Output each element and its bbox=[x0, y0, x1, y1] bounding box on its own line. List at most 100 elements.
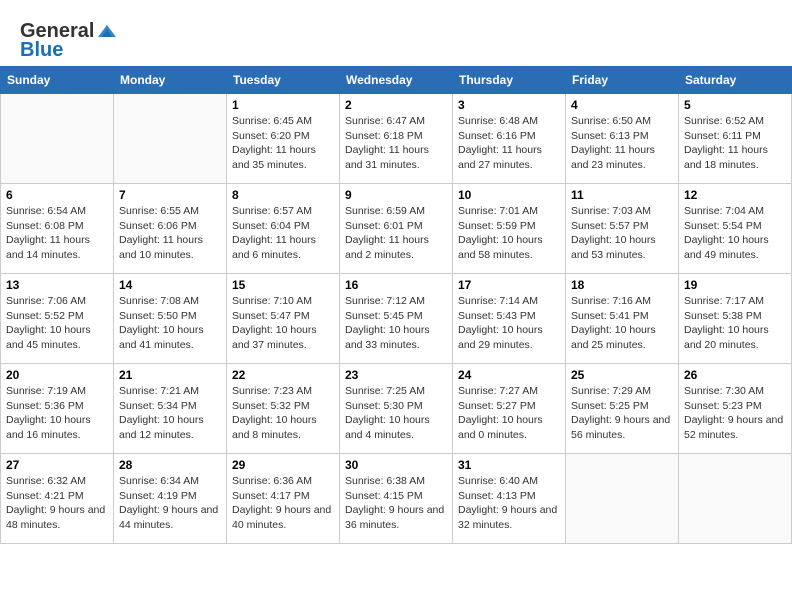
day-info: Sunrise: 6:50 AM Sunset: 6:13 PM Dayligh… bbox=[571, 114, 673, 173]
calendar-cell: 28 Sunrise: 6:34 AM Sunset: 4:19 PM Dayli… bbox=[114, 454, 227, 544]
day-number: 4 bbox=[571, 98, 673, 112]
day-number: 23 bbox=[345, 368, 447, 382]
calendar-cell bbox=[566, 454, 679, 544]
day-number: 31 bbox=[458, 458, 560, 472]
calendar-cell: 21 Sunrise: 7:21 AM Sunset: 5:34 PM Dayli… bbox=[114, 364, 227, 454]
weekday-header: Sunday bbox=[1, 67, 114, 94]
calendar-cell bbox=[1, 94, 114, 184]
calendar-week-row: 20 Sunrise: 7:19 AM Sunset: 5:36 PM Dayli… bbox=[1, 364, 792, 454]
day-number: 14 bbox=[119, 278, 221, 292]
calendar-week-row: 13 Sunrise: 7:06 AM Sunset: 5:52 PM Dayli… bbox=[1, 274, 792, 364]
calendar-cell: 29Sunrise: 6:36 AM Sunset: 4:17 PM Dayli… bbox=[227, 454, 340, 544]
day-number: 2 bbox=[345, 98, 447, 112]
weekday-header: Tuesday bbox=[227, 67, 340, 94]
day-number: 15 bbox=[232, 278, 334, 292]
calendar-cell bbox=[679, 454, 792, 544]
day-info: Sunrise: 7:10 AM Sunset: 5:47 PM Dayligh… bbox=[232, 294, 334, 353]
calendar-cell: 12Sunrise: 7:04 AM Sunset: 5:54 PM Dayli… bbox=[679, 184, 792, 274]
day-number: 5 bbox=[684, 98, 786, 112]
day-number: 29 bbox=[232, 458, 334, 472]
calendar-cell: 10 Sunrise: 7:01 AM Sunset: 5:59 PM Dayli… bbox=[453, 184, 566, 274]
day-number: 25 bbox=[571, 368, 673, 382]
calendar-cell: 4 Sunrise: 6:50 AM Sunset: 6:13 PM Daylig… bbox=[566, 94, 679, 184]
day-info: Sunrise: 7:16 AM Sunset: 5:41 PM Dayligh… bbox=[571, 294, 673, 353]
day-number: 27 bbox=[6, 458, 108, 472]
day-info: Sunrise: 7:21 AM Sunset: 5:34 PM Dayligh… bbox=[119, 384, 221, 443]
calendar-cell: 17Sunrise: 7:14 AM Sunset: 5:43 PM Dayli… bbox=[453, 274, 566, 364]
day-info: Sunrise: 7:12 AM Sunset: 5:45 PM Dayligh… bbox=[345, 294, 447, 353]
day-info: Sunrise: 6:48 AM Sunset: 6:16 PM Dayligh… bbox=[458, 114, 560, 173]
day-number: 19 bbox=[684, 278, 786, 292]
day-info: Sunrise: 7:01 AM Sunset: 5:59 PM Dayligh… bbox=[458, 204, 560, 263]
day-number: 26 bbox=[684, 368, 786, 382]
calendar-cell: 14 Sunrise: 7:08 AM Sunset: 5:50 PM Dayli… bbox=[114, 274, 227, 364]
calendar-cell: 27 Sunrise: 6:32 AM Sunset: 4:21 PM Dayli… bbox=[1, 454, 114, 544]
day-info: Sunrise: 7:03 AM Sunset: 5:57 PM Dayligh… bbox=[571, 204, 673, 263]
calendar-cell: 8Sunrise: 6:57 AM Sunset: 6:04 PM Daylig… bbox=[227, 184, 340, 274]
day-number: 7 bbox=[119, 188, 221, 202]
page-header: General Blue bbox=[0, 0, 792, 66]
logo: General Blue bbox=[20, 16, 118, 62]
day-info: Sunrise: 7:17 AM Sunset: 5:38 PM Dayligh… bbox=[684, 294, 786, 353]
calendar-cell: 3 Sunrise: 6:48 AM Sunset: 6:16 PM Daylig… bbox=[453, 94, 566, 184]
day-number: 20 bbox=[6, 368, 108, 382]
calendar-cell: 15 Sunrise: 7:10 AM Sunset: 5:47 PM Dayli… bbox=[227, 274, 340, 364]
calendar-cell: 5 Sunrise: 6:52 AM Sunset: 6:11 PM Daylig… bbox=[679, 94, 792, 184]
day-number: 12 bbox=[684, 188, 786, 202]
calendar-cell: 22Sunrise: 7:23 AM Sunset: 5:32 PM Dayli… bbox=[227, 364, 340, 454]
calendar-week-row: 6 Sunrise: 6:54 AM Sunset: 6:08 PM Daylig… bbox=[1, 184, 792, 274]
calendar-cell: 6 Sunrise: 6:54 AM Sunset: 6:08 PM Daylig… bbox=[1, 184, 114, 274]
day-number: 8 bbox=[232, 188, 334, 202]
day-number: 21 bbox=[119, 368, 221, 382]
weekday-header: Saturday bbox=[679, 67, 792, 94]
calendar-cell: 18 Sunrise: 7:16 AM Sunset: 5:41 PM Dayli… bbox=[566, 274, 679, 364]
logo-icon bbox=[96, 23, 118, 41]
weekday-header: Thursday bbox=[453, 67, 566, 94]
day-number: 13 bbox=[6, 278, 108, 292]
day-info: Sunrise: 7:30 AM Sunset: 5:23 PM Dayligh… bbox=[684, 384, 786, 443]
day-info: Sunrise: 6:45 AM Sunset: 6:20 PM Dayligh… bbox=[232, 114, 334, 173]
day-info: Sunrise: 6:54 AM Sunset: 6:08 PM Dayligh… bbox=[6, 204, 108, 263]
weekday-header-row: SundayMondayTuesdayWednesdayThursdayFrid… bbox=[1, 67, 792, 94]
calendar-cell: 31 Sunrise: 6:40 AM Sunset: 4:13 PM Dayli… bbox=[453, 454, 566, 544]
calendar-cell bbox=[114, 94, 227, 184]
day-number: 28 bbox=[119, 458, 221, 472]
calendar-cell: 2 Sunrise: 6:47 AM Sunset: 6:18 PM Daylig… bbox=[340, 94, 453, 184]
logo-blue-text: Blue bbox=[20, 39, 63, 62]
day-info: Sunrise: 6:47 AM Sunset: 6:18 PM Dayligh… bbox=[345, 114, 447, 173]
day-info: Sunrise: 6:34 AM Sunset: 4:19 PM Dayligh… bbox=[119, 474, 221, 533]
day-info: Sunrise: 6:55 AM Sunset: 6:06 PM Dayligh… bbox=[119, 204, 221, 263]
calendar-week-row: 1Sunrise: 6:45 AM Sunset: 6:20 PM Daylig… bbox=[1, 94, 792, 184]
day-number: 10 bbox=[458, 188, 560, 202]
calendar-cell: 7 Sunrise: 6:55 AM Sunset: 6:06 PM Daylig… bbox=[114, 184, 227, 274]
day-number: 11 bbox=[571, 188, 673, 202]
day-number: 22 bbox=[232, 368, 334, 382]
day-info: Sunrise: 7:25 AM Sunset: 5:30 PM Dayligh… bbox=[345, 384, 447, 443]
day-number: 16 bbox=[345, 278, 447, 292]
day-number: 30 bbox=[345, 458, 447, 472]
day-number: 24 bbox=[458, 368, 560, 382]
day-number: 9 bbox=[345, 188, 447, 202]
day-info: Sunrise: 6:32 AM Sunset: 4:21 PM Dayligh… bbox=[6, 474, 108, 533]
day-info: Sunrise: 7:08 AM Sunset: 5:50 PM Dayligh… bbox=[119, 294, 221, 353]
day-info: Sunrise: 7:29 AM Sunset: 5:25 PM Dayligh… bbox=[571, 384, 673, 443]
calendar-cell: 19 Sunrise: 7:17 AM Sunset: 5:38 PM Dayli… bbox=[679, 274, 792, 364]
calendar-table: SundayMondayTuesdayWednesdayThursdayFrid… bbox=[0, 66, 792, 544]
calendar-cell: 25 Sunrise: 7:29 AM Sunset: 5:25 PM Dayli… bbox=[566, 364, 679, 454]
calendar-cell: 16 Sunrise: 7:12 AM Sunset: 5:45 PM Dayli… bbox=[340, 274, 453, 364]
day-info: Sunrise: 7:27 AM Sunset: 5:27 PM Dayligh… bbox=[458, 384, 560, 443]
day-info: Sunrise: 6:40 AM Sunset: 4:13 PM Dayligh… bbox=[458, 474, 560, 533]
day-number: 3 bbox=[458, 98, 560, 112]
calendar-cell: 20 Sunrise: 7:19 AM Sunset: 5:36 PM Dayli… bbox=[1, 364, 114, 454]
weekday-header: Friday bbox=[566, 67, 679, 94]
day-info: Sunrise: 6:52 AM Sunset: 6:11 PM Dayligh… bbox=[684, 114, 786, 173]
day-info: Sunrise: 7:14 AM Sunset: 5:43 PM Dayligh… bbox=[458, 294, 560, 353]
day-info: Sunrise: 7:06 AM Sunset: 5:52 PM Dayligh… bbox=[6, 294, 108, 353]
calendar-cell: 13 Sunrise: 7:06 AM Sunset: 5:52 PM Dayli… bbox=[1, 274, 114, 364]
day-number: 6 bbox=[6, 188, 108, 202]
calendar-week-row: 27 Sunrise: 6:32 AM Sunset: 4:21 PM Dayli… bbox=[1, 454, 792, 544]
weekday-header: Wednesday bbox=[340, 67, 453, 94]
day-info: Sunrise: 7:19 AM Sunset: 5:36 PM Dayligh… bbox=[6, 384, 108, 443]
day-info: Sunrise: 6:38 AM Sunset: 4:15 PM Dayligh… bbox=[345, 474, 447, 533]
day-number: 18 bbox=[571, 278, 673, 292]
